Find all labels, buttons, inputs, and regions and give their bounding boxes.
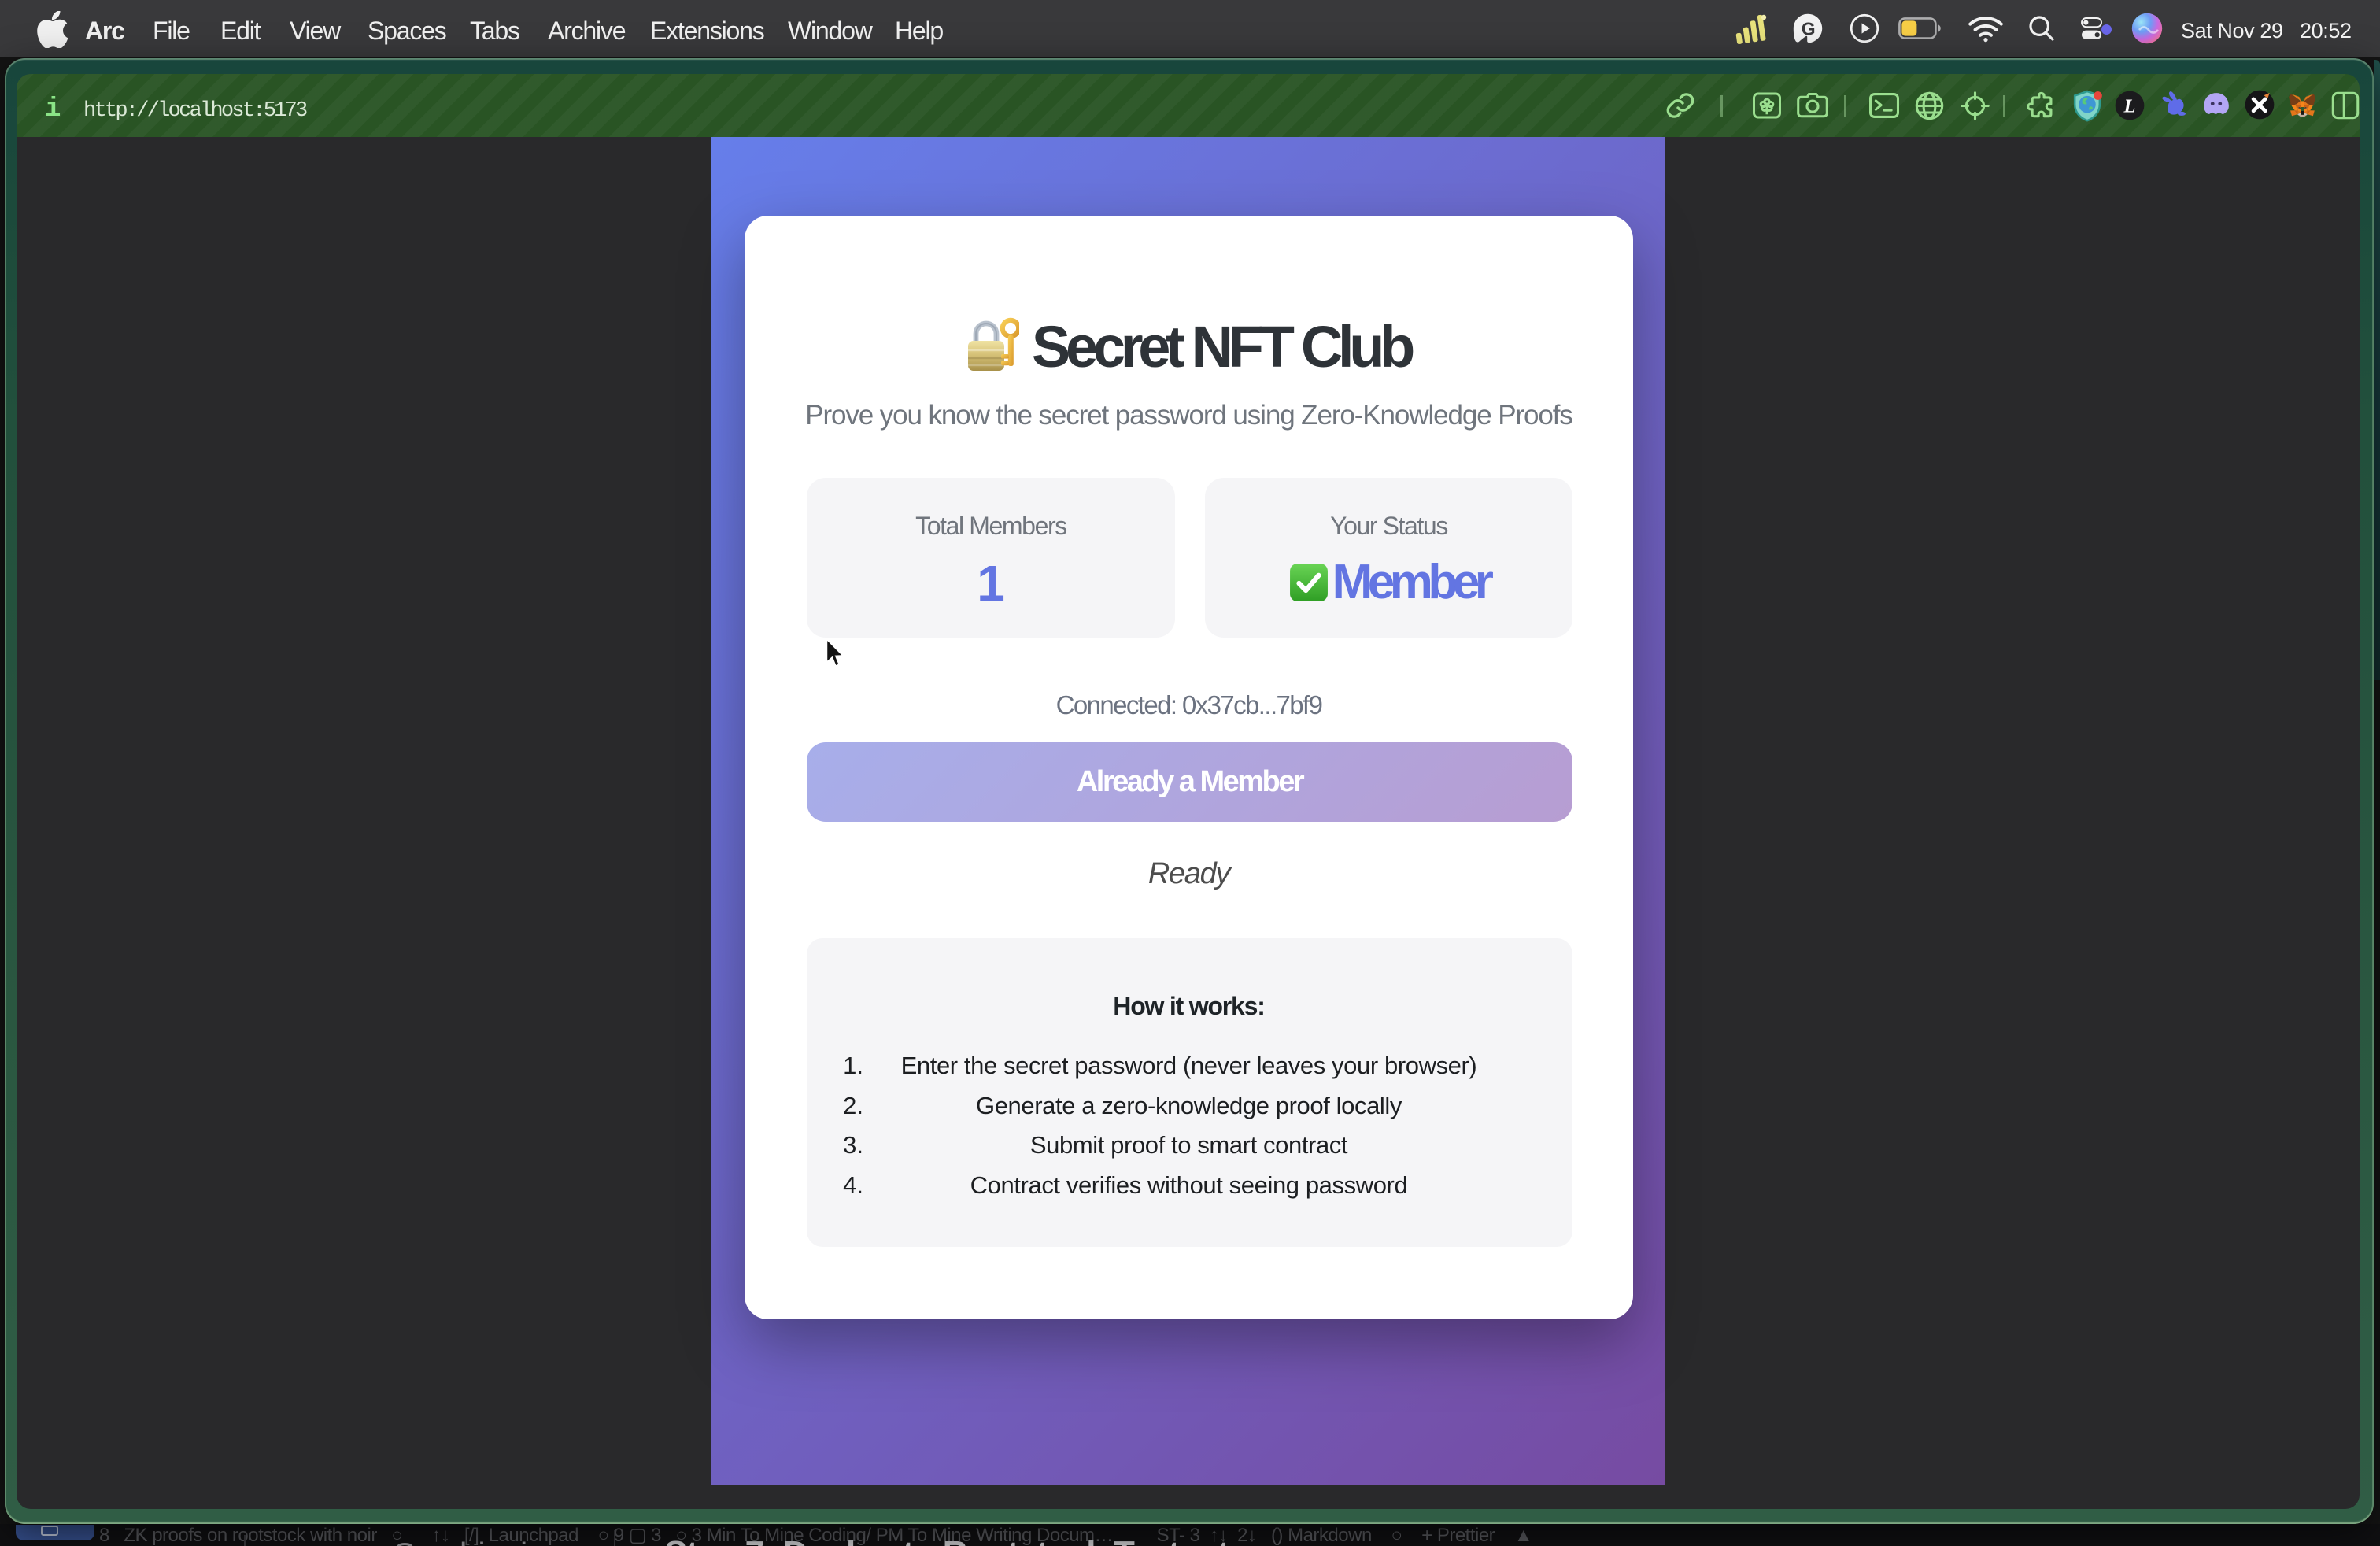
svg-text:G: G [1802,18,1816,39]
svg-text:L: L [2123,96,2136,117]
